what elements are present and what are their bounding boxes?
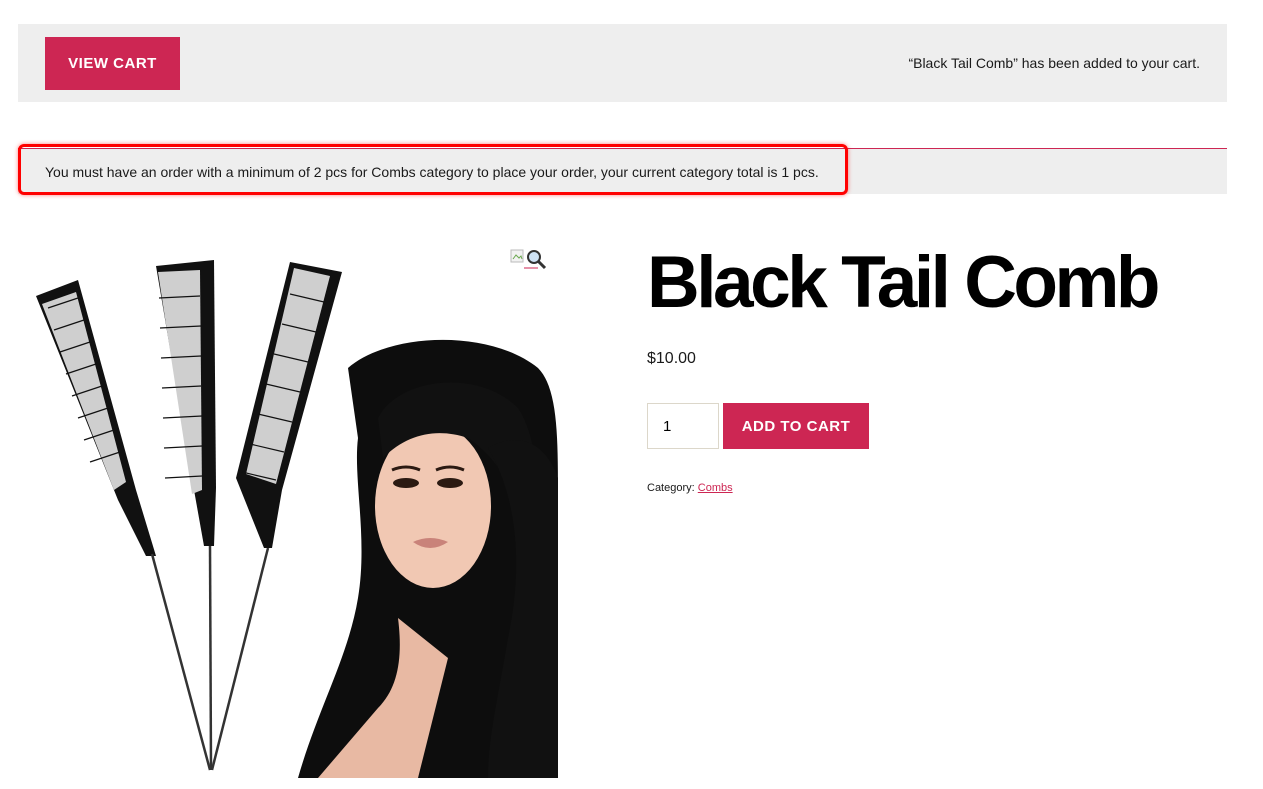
added-to-cart-message: “Black Tail Comb” has been added to your… (908, 55, 1200, 71)
magnifier-icon (524, 250, 547, 270)
product-price: $10.00 (647, 350, 696, 367)
broken-image-icon (510, 249, 524, 263)
gallery-zoom-trigger[interactable] (510, 248, 548, 270)
quantity-input[interactable] (647, 403, 719, 449)
add-to-cart-button[interactable]: Add to cart (723, 403, 869, 449)
product-image[interactable] (18, 238, 558, 778)
category-link-combs[interactable]: Combs (698, 482, 733, 494)
annotation-highlight-box (18, 144, 848, 195)
product-title: Black Tail Comb (647, 242, 1161, 323)
category-label: Category: (647, 482, 695, 494)
product-meta: Category: Combs (647, 482, 733, 494)
cart-notice-bar: View cart “Black Tail Comb” has been add… (18, 24, 1227, 102)
view-cart-button[interactable]: View cart (45, 37, 180, 90)
product-photo (36, 260, 558, 778)
